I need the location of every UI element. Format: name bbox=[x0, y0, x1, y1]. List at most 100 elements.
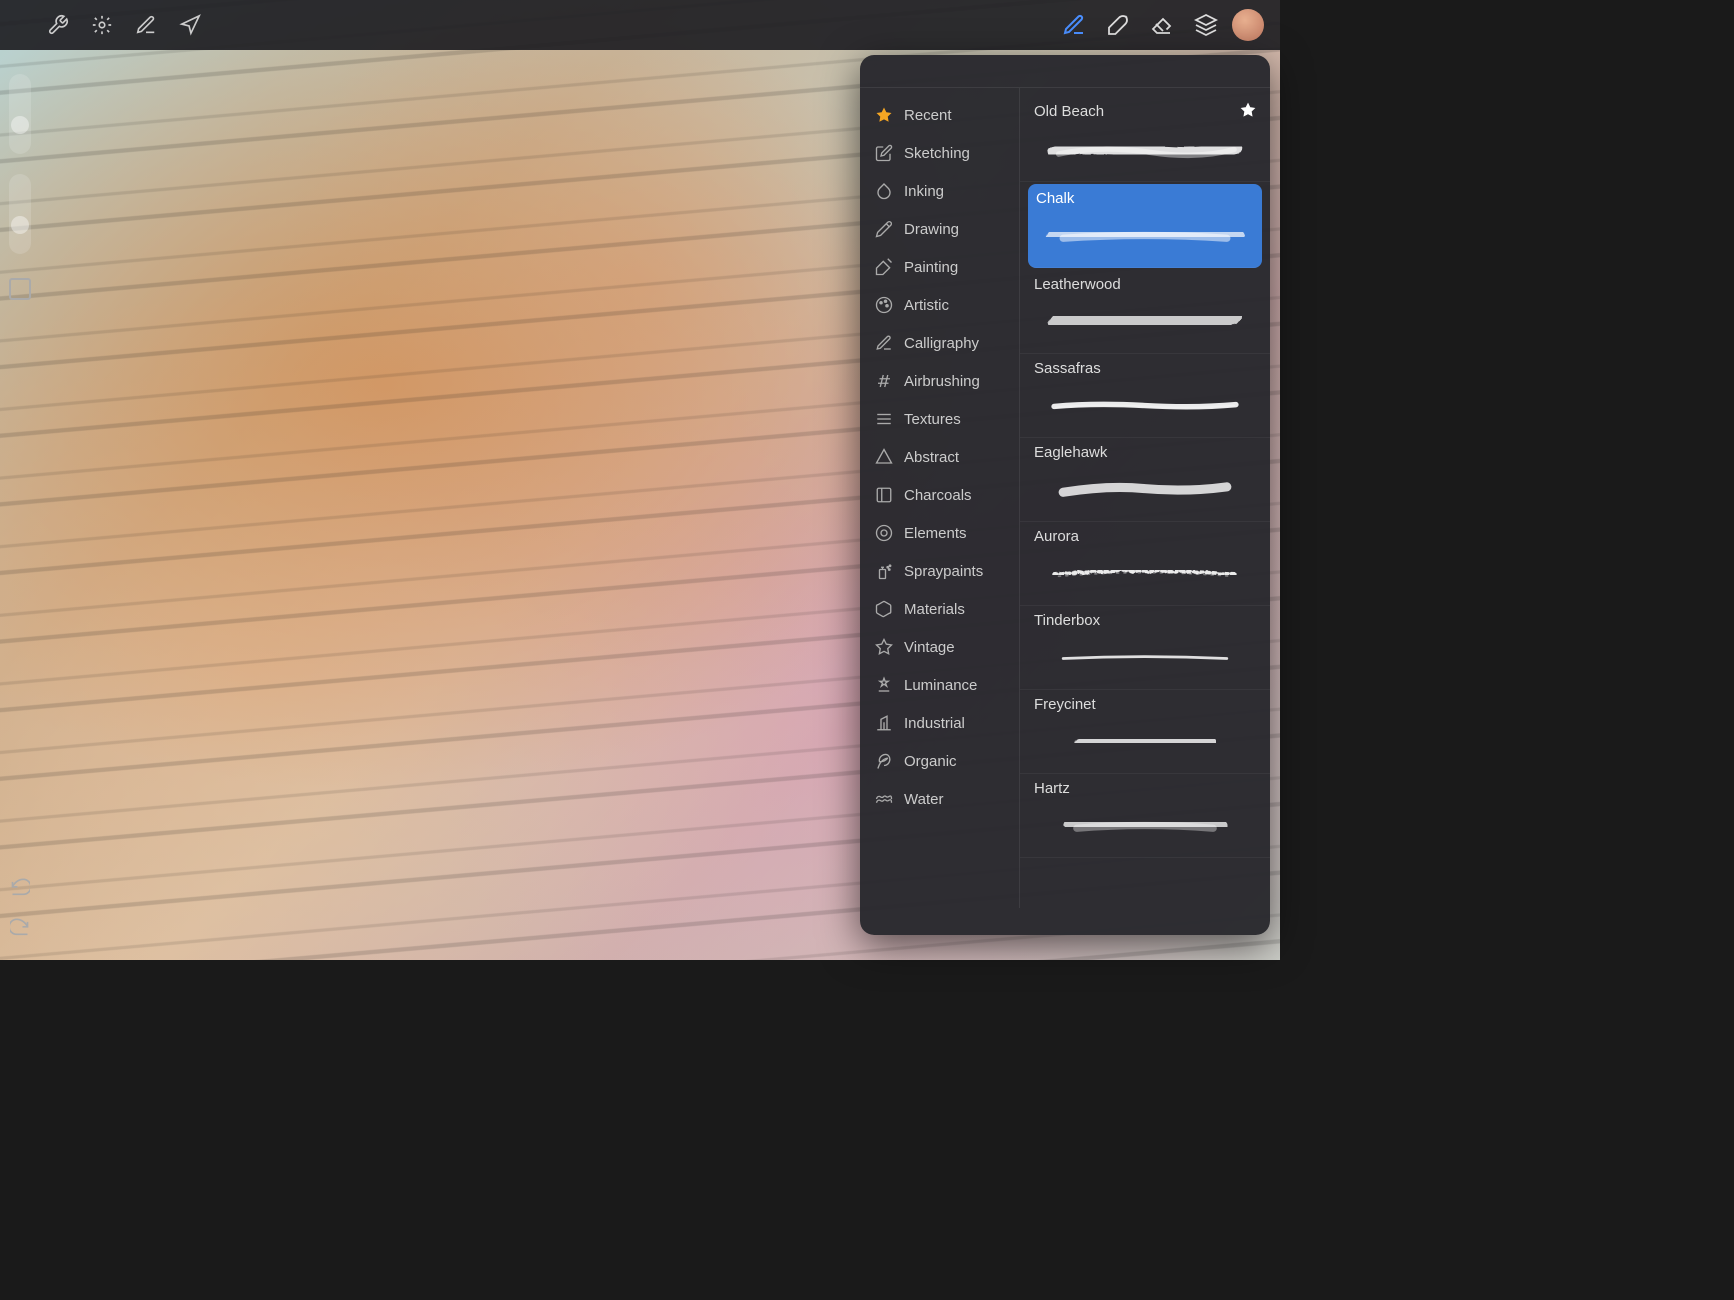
brush-preview-5 bbox=[1034, 549, 1256, 599]
category-item-recent[interactable]: Recent bbox=[860, 96, 1019, 134]
brush-library-panel: Recent Sketching Inking Drawing Painting Arti… bbox=[860, 55, 1270, 935]
brush-preview-7 bbox=[1034, 717, 1256, 767]
redo-button[interactable] bbox=[6, 912, 34, 940]
spraypaints-category-label: Spraypaints bbox=[904, 563, 983, 580]
painting-category-icon bbox=[874, 257, 894, 277]
brush-name-4: Eaglehawk bbox=[1034, 444, 1107, 461]
category-item-textures[interactable]: Textures bbox=[860, 400, 1019, 438]
category-item-sketching[interactable]: Sketching bbox=[860, 134, 1019, 172]
brush-name-8: Hartz bbox=[1034, 780, 1070, 797]
textures-category-icon bbox=[874, 409, 894, 429]
smudge-icon[interactable] bbox=[130, 9, 162, 41]
brush-name-1: Chalk bbox=[1036, 190, 1074, 207]
brush-header-6: Tinderbox bbox=[1034, 612, 1256, 629]
brush-item-old-beach[interactable]: Old Beach bbox=[1020, 96, 1270, 182]
top-toolbar bbox=[0, 0, 1280, 50]
brush-preview-8 bbox=[1034, 801, 1256, 851]
category-item-vintage[interactable]: Vintage bbox=[860, 628, 1019, 666]
brush-header-1: Chalk bbox=[1036, 190, 1254, 207]
airbrushing-category-icon bbox=[874, 371, 894, 391]
brush-item-hartz[interactable]: Hartz bbox=[1020, 774, 1270, 858]
ink-tool-icon[interactable] bbox=[1100, 7, 1136, 43]
brush-header-7: Freycinet bbox=[1034, 696, 1256, 713]
abstract-category-label: Abstract bbox=[904, 449, 959, 466]
toolbar-right bbox=[1056, 7, 1264, 43]
category-item-artistic[interactable]: Artistic bbox=[860, 286, 1019, 324]
luminance-category-label: Luminance bbox=[904, 677, 977, 694]
inking-category-label: Inking bbox=[904, 183, 944, 200]
brush-preview-1 bbox=[1036, 211, 1254, 261]
brush-item-leatherwood[interactable]: Leatherwood bbox=[1020, 270, 1270, 354]
brush-header-2: Leatherwood bbox=[1034, 276, 1256, 293]
charcoals-category-icon bbox=[874, 485, 894, 505]
category-item-materials[interactable]: Materials bbox=[860, 590, 1019, 628]
brush-name-3: Sassafras bbox=[1034, 360, 1101, 377]
color-square[interactable] bbox=[9, 278, 31, 300]
category-item-charcoals[interactable]: Charcoals bbox=[860, 476, 1019, 514]
modify-icon[interactable] bbox=[86, 9, 118, 41]
inking-category-icon bbox=[874, 181, 894, 201]
category-item-inking[interactable]: Inking bbox=[860, 172, 1019, 210]
pencil-tool-icon[interactable] bbox=[1056, 7, 1092, 43]
layers-icon[interactable] bbox=[1188, 7, 1224, 43]
brush-list: Old Beach Chalk Leatherwood Sassafras Ea… bbox=[1020, 88, 1270, 908]
category-item-spraypaints[interactable]: Spraypaints bbox=[860, 552, 1019, 590]
category-item-painting[interactable]: Painting bbox=[860, 248, 1019, 286]
brush-preview-0 bbox=[1034, 125, 1256, 175]
water-category-icon bbox=[874, 789, 894, 809]
eraser-tool-icon[interactable] bbox=[1144, 7, 1180, 43]
brush-favorite-0[interactable] bbox=[1240, 102, 1256, 121]
sketching-category-label: Sketching bbox=[904, 145, 970, 162]
category-item-luminance[interactable]: Luminance bbox=[860, 666, 1019, 704]
calligraphy-category-icon bbox=[874, 333, 894, 353]
category-item-elements[interactable]: Elements bbox=[860, 514, 1019, 552]
user-avatar[interactable] bbox=[1232, 9, 1264, 41]
artistic-category-icon bbox=[874, 295, 894, 315]
category-item-calligraphy[interactable]: Calligraphy bbox=[860, 324, 1019, 362]
artistic-category-label: Artistic bbox=[904, 297, 949, 314]
airbrushing-category-label: Airbrushing bbox=[904, 373, 980, 390]
category-item-abstract[interactable]: Abstract bbox=[860, 438, 1019, 476]
navigate-icon[interactable] bbox=[174, 9, 206, 41]
drawing-category-label: Drawing bbox=[904, 221, 959, 238]
opacity-slider[interactable] bbox=[9, 174, 31, 254]
industrial-category-label: Industrial bbox=[904, 715, 965, 732]
brush-name-7: Freycinet bbox=[1034, 696, 1096, 713]
brush-name-6: Tinderbox bbox=[1034, 612, 1100, 629]
category-item-organic[interactable]: Organic bbox=[860, 742, 1019, 780]
category-item-airbrushing[interactable]: Airbrushing bbox=[860, 362, 1019, 400]
brush-library-body: Recent Sketching Inking Drawing Painting Arti… bbox=[860, 88, 1270, 908]
category-item-water[interactable]: Water bbox=[860, 780, 1019, 818]
brush-header-8: Hartz bbox=[1034, 780, 1256, 797]
undo-button[interactable] bbox=[6, 872, 34, 900]
brush-item-chalk[interactable]: Chalk bbox=[1028, 184, 1262, 268]
luminance-category-icon bbox=[874, 675, 894, 695]
category-item-industrial[interactable]: Industrial bbox=[860, 704, 1019, 742]
size-slider[interactable] bbox=[9, 74, 31, 154]
spraypaints-category-icon bbox=[874, 561, 894, 581]
wrench-icon[interactable] bbox=[42, 9, 74, 41]
drawing-category-icon bbox=[874, 219, 894, 239]
brush-library-title bbox=[860, 55, 1270, 88]
brush-item-aurora[interactable]: Aurora bbox=[1020, 522, 1270, 606]
charcoals-category-label: Charcoals bbox=[904, 487, 972, 504]
elements-category-icon bbox=[874, 523, 894, 543]
elements-category-label: Elements bbox=[904, 525, 967, 542]
industrial-category-icon bbox=[874, 713, 894, 733]
brush-item-tinderbox[interactable]: Tinderbox bbox=[1020, 606, 1270, 690]
brush-item-eaglehawk[interactable]: Eaglehawk bbox=[1020, 438, 1270, 522]
recent-category-icon bbox=[874, 105, 894, 125]
abstract-category-icon bbox=[874, 447, 894, 467]
brush-preview-2 bbox=[1034, 297, 1256, 347]
left-toolbar bbox=[0, 50, 40, 960]
organic-category-label: Organic bbox=[904, 753, 957, 770]
category-item-drawing[interactable]: Drawing bbox=[860, 210, 1019, 248]
brush-preview-3 bbox=[1034, 381, 1256, 431]
brush-name-2: Leatherwood bbox=[1034, 276, 1121, 293]
recent-category-label: Recent bbox=[904, 107, 952, 124]
calligraphy-category-label: Calligraphy bbox=[904, 335, 979, 352]
brush-item-freycinet[interactable]: Freycinet bbox=[1020, 690, 1270, 774]
brush-header-4: Eaglehawk bbox=[1034, 444, 1256, 461]
brush-preview-4 bbox=[1034, 465, 1256, 515]
brush-item-sassafras[interactable]: Sassafras bbox=[1020, 354, 1270, 438]
